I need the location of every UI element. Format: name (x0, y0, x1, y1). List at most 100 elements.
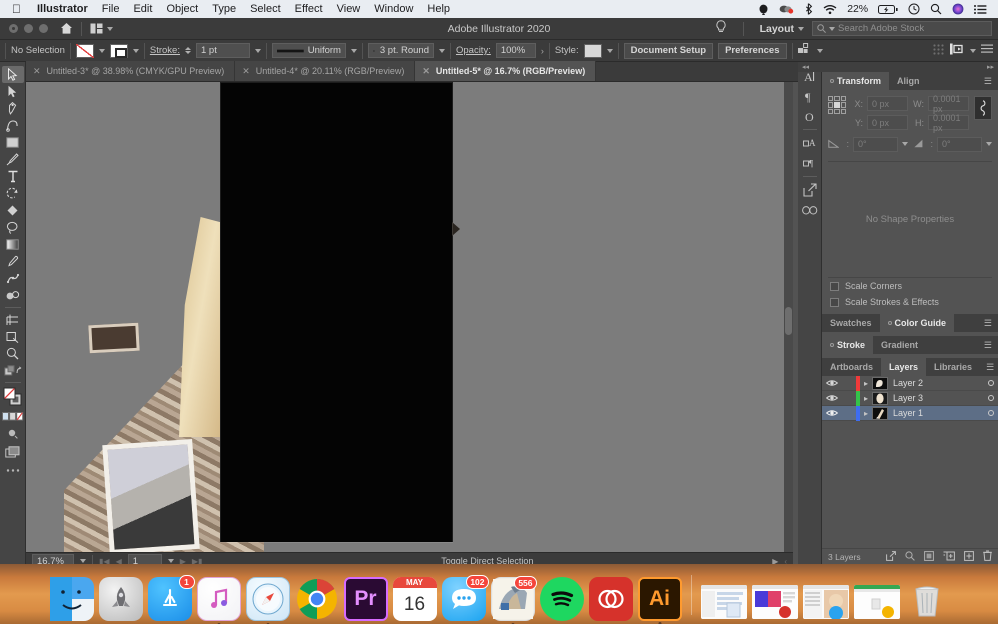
rotation-angle-input[interactable]: 0° (853, 136, 898, 152)
maximize-window-button[interactable] (39, 24, 48, 33)
arrange-documents-icon[interactable] (90, 23, 113, 34)
search-icon[interactable] (905, 550, 915, 563)
timemachine-icon[interactable] (903, 3, 925, 15)
close-icon[interactable]: ✕ (242, 66, 250, 77)
dock-item-trash[interactable] (905, 577, 949, 621)
bluetooth-icon[interactable] (800, 3, 818, 15)
tab-libraries[interactable]: Libraries (926, 358, 980, 376)
close-window-button[interactable] (9, 24, 18, 33)
tab-stroke[interactable]: Stroke (822, 336, 874, 354)
paragraph-panel-icon[interactable]: ¶ (800, 86, 820, 106)
scale-corners-row[interactable]: Scale Corners (822, 278, 998, 294)
type-tool[interactable] (2, 168, 24, 185)
chevron-down-icon[interactable] (606, 48, 613, 53)
chevron-down-icon[interactable] (167, 559, 174, 563)
table-row[interactable]: ▸ Layer 1 (822, 405, 998, 421)
make-mask-icon[interactable] (924, 550, 934, 563)
menu-app-name[interactable]: Illustrator (30, 3, 95, 15)
opacity-options-icon[interactable]: › (541, 46, 544, 56)
chevron-down-icon[interactable] (80, 559, 86, 563)
panel-menu-icon[interactable]: ☰ (978, 340, 998, 350)
minimize-window-button[interactable] (24, 24, 33, 33)
eyedropper-tool[interactable] (2, 253, 24, 270)
dock-item-premiere-pro[interactable]: Pr (343, 577, 388, 621)
canvas-vertical-scrollbar[interactable] (784, 82, 793, 552)
links-panel-icon[interactable] (800, 200, 820, 220)
dock-item-chrome[interactable] (295, 577, 339, 621)
apple-icon[interactable]:  (12, 3, 21, 15)
menu-view[interactable]: View (330, 3, 368, 15)
menu-edit[interactable]: Edit (126, 3, 159, 15)
eye-icon[interactable] (822, 394, 842, 402)
minimized-mail-window[interactable] (700, 585, 747, 619)
target-circle-icon[interactable] (984, 395, 998, 401)
minimized-creative-cloud-window[interactable] (751, 585, 798, 619)
puppet-warp-tool[interactable] (2, 270, 24, 287)
dock-item-mail[interactable]: 556 (490, 576, 537, 624)
layer-name[interactable]: Layer 3 (893, 393, 984, 403)
scale-strokes-checkbox[interactable] (830, 297, 839, 307)
menu-file[interactable]: File (95, 3, 127, 15)
collapse-right-icon[interactable]: ▸▸ (987, 63, 994, 71)
menu-effect[interactable]: Effect (288, 3, 330, 15)
stroke-weight-label[interactable]: Stroke: (150, 45, 180, 56)
tab-transform[interactable]: Transform (822, 72, 890, 90)
eye-icon[interactable] (822, 379, 842, 387)
canvas-area[interactable] (26, 82, 793, 552)
target-circle-icon[interactable] (984, 410, 998, 416)
tab-artboards[interactable]: Artboards (822, 358, 881, 376)
spotlight-search-icon[interactable] (925, 3, 947, 15)
curvature-tool[interactable] (2, 117, 24, 134)
dropbox-icon[interactable] (753, 4, 774, 15)
chevron-down-icon[interactable] (98, 48, 105, 53)
scale-corners-checkbox[interactable] (830, 281, 839, 291)
menu-object[interactable]: Object (159, 3, 205, 15)
document-tab-untitled-5[interactable]: ✕ Untitled-5* @ 16.7% (RGB/Preview) (415, 61, 597, 81)
more-options-icon[interactable] (981, 44, 993, 57)
dock-item-safari[interactable] (245, 577, 290, 624)
new-layer-icon[interactable] (964, 550, 974, 563)
control-center-icon[interactable] (969, 4, 992, 15)
chevron-right-icon[interactable]: ▸ (860, 379, 872, 388)
brush-definition-select[interactable]: 3 pt. Round (367, 43, 434, 58)
search-input[interactable]: Search Adobe Stock (812, 21, 992, 36)
dock-item-calendar[interactable]: MAY 16 (392, 577, 437, 621)
dock-item-illustrator[interactable]: Ai (637, 577, 682, 624)
document-setup-button[interactable]: Document Setup (623, 42, 714, 59)
opentype-panel-icon[interactable]: O (800, 106, 820, 126)
black-rectangle-shape[interactable] (220, 82, 460, 542)
wifi-icon[interactable] (818, 4, 842, 15)
panel-collapse-bar[interactable]: ◂◂ ▸▸ (798, 62, 998, 72)
zoom-tool[interactable] (2, 345, 24, 362)
home-icon[interactable] (60, 22, 73, 35)
rotate-tool[interactable] (2, 185, 24, 202)
arrange-alignment-icon[interactable] (949, 43, 965, 58)
delete-layer-icon[interactable] (983, 550, 992, 563)
menu-window[interactable]: Window (367, 3, 420, 15)
menu-type[interactable]: Type (205, 3, 243, 15)
siri-icon[interactable] (947, 3, 969, 15)
dock-item-messages[interactable]: 102 (441, 575, 489, 621)
minimized-chrome-window[interactable] (853, 585, 900, 619)
chevron-down-icon[interactable] (438, 48, 445, 53)
color-mode-row[interactable] (1, 408, 24, 425)
stroke-profile-select[interactable]: Uniform (271, 43, 346, 58)
cloud-sync-icon[interactable] (774, 4, 800, 15)
collapse-left-icon[interactable]: ◂◂ (802, 63, 809, 71)
window-controls[interactable] (9, 24, 48, 33)
reference-point-selector[interactable] (828, 96, 846, 114)
character-styles-icon[interactable]: A (800, 133, 820, 153)
stroke-weight-input[interactable]: 1 pt (195, 43, 250, 58)
tab-align[interactable]: Align (889, 72, 928, 90)
fill-stroke-swatch[interactable] (2, 386, 24, 408)
dock-item-itunes[interactable] (196, 577, 241, 624)
gradient-tool[interactable] (2, 236, 24, 253)
change-screen-mode-tool[interactable] (2, 442, 24, 462)
artboard-tool[interactable] (2, 311, 24, 328)
eye-icon[interactable] (822, 409, 842, 417)
dock-item-app-store[interactable]: 1 (147, 575, 195, 621)
stroke-weight-stepper[interactable] (184, 47, 191, 54)
layer-name[interactable]: Layer 1 (893, 408, 984, 418)
tab-color-guide[interactable]: Color Guide (879, 314, 955, 332)
width-input[interactable]: 0.0001 px (928, 94, 969, 114)
